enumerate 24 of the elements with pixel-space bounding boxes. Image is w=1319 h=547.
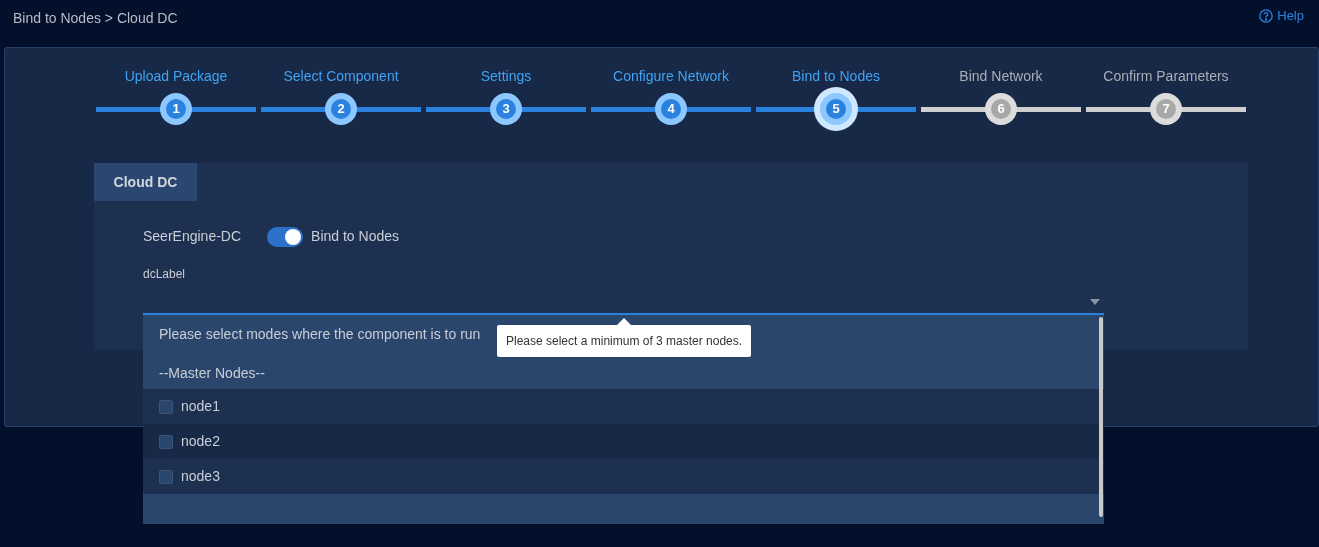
caret-icon	[1090, 299, 1100, 305]
group-header: --Master Nodes--	[159, 364, 265, 383]
section-tab[interactable]: Cloud DC	[94, 163, 197, 201]
step-label[interactable]: Bind to Nodes	[792, 66, 880, 86]
dropdown-hint: Please select modes where the component is to run	[159, 325, 481, 344]
checkbox[interactable]	[159, 399, 173, 414]
toggle-label: Bind to Nodes	[311, 227, 399, 246]
toggle-switch[interactable]	[267, 226, 304, 247]
step-label[interactable]: Upload Package	[124, 66, 228, 86]
tooltip: Please select a minimum of 3 master nodes.	[497, 318, 752, 357]
node-option[interactable]: node3	[143, 459, 1104, 494]
breadcrumb: Bind to Nodes > Cloud DC	[13, 9, 178, 28]
field-label: dcLabel	[143, 266, 187, 283]
step-label[interactable]: Bind Network	[959, 66, 1043, 86]
help-icon	[1259, 8, 1274, 23]
checkbox[interactable]	[159, 434, 173, 449]
help-link[interactable]: Help	[1259, 6, 1304, 26]
step-label[interactable]: Configure Network	[613, 66, 729, 86]
step-label[interactable]: Settings	[480, 66, 532, 86]
step-label[interactable]: Confirm Parameters	[1103, 66, 1229, 86]
component-name: SeerEngine-DC	[143, 227, 242, 246]
node-option[interactable]: node1	[143, 389, 1104, 424]
checkbox[interactable]	[159, 469, 173, 484]
step-label[interactable]: Select Component	[283, 66, 399, 86]
